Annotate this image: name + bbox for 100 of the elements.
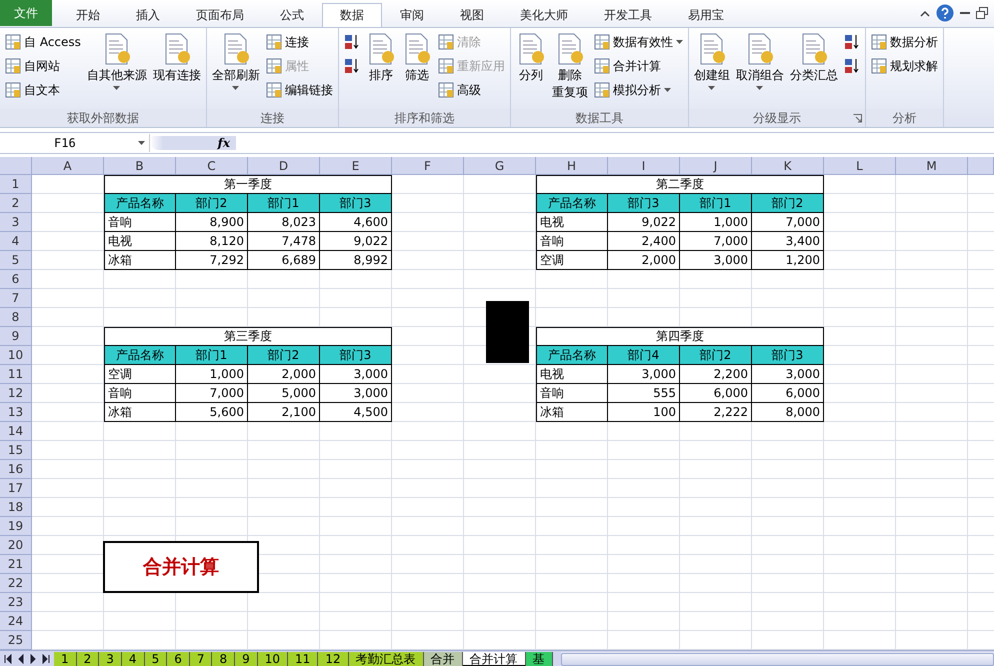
row-header[interactable]: 25 (0, 631, 32, 650)
ribbon-button[interactable]: 合并计算 (592, 55, 685, 77)
row-header[interactable]: 11 (0, 365, 32, 384)
ribbon-tab[interactable]: 公式 (262, 3, 322, 27)
row-header[interactable]: 18 (0, 498, 32, 517)
ribbon-button[interactable]: 编辑链接 (264, 79, 335, 101)
column-header[interactable]: C (176, 157, 248, 175)
sheet-tab[interactable]: 基 (526, 652, 553, 666)
ribbon-button[interactable]: 筛选 (400, 31, 434, 86)
ribbon-tab[interactable]: 美化大师 (502, 3, 586, 27)
collapse-ribbon-icon[interactable] (920, 10, 930, 16)
column-header[interactable]: L (824, 157, 896, 175)
ribbon-tab[interactable]: 开发工具 (586, 3, 670, 27)
ribbon-button[interactable]: 现有连接 (150, 31, 203, 86)
ribbon-tab[interactable]: 审阅 (382, 3, 442, 27)
row-header[interactable]: 7 (0, 289, 32, 308)
sheet-tab[interactable]: 9 (235, 652, 258, 666)
column-header[interactable]: G (464, 157, 536, 175)
ribbon-button[interactable]: 连接 (264, 31, 335, 53)
table-header: 部门1 (176, 346, 248, 365)
help-icon[interactable] (936, 4, 954, 22)
ribbon-button[interactable]: 取消组合 (734, 31, 786, 92)
ribbon-button[interactable]: 自 Access (3, 31, 83, 53)
row-header[interactable]: 2 (0, 194, 32, 213)
sheet-tab[interactable]: 考勤汇总表 (348, 652, 424, 666)
row-header[interactable]: 8 (0, 308, 32, 327)
ribbon-button[interactable]: 模拟分析 (592, 79, 685, 101)
ribbon-tab[interactable]: 视图 (442, 3, 502, 27)
sheet-tab[interactable]: 5 (144, 652, 168, 666)
ribbon-button[interactable]: 数据有效性 (592, 31, 685, 53)
ribbon-tab[interactable]: 页面布局 (178, 3, 262, 27)
column-header[interactable]: A (32, 157, 104, 175)
row-header[interactable]: 12 (0, 384, 32, 403)
sheet-nav-icon[interactable] (40, 654, 50, 664)
ribbon-button[interactable]: 排序 (364, 31, 398, 86)
row-header[interactable]: 15 (0, 441, 32, 460)
row-header[interactable]: 17 (0, 479, 32, 498)
ribbon-button[interactable]: 规划求解 (868, 55, 940, 77)
sheet-tab[interactable]: 11 (288, 652, 318, 666)
column-header[interactable]: D (248, 157, 320, 175)
ribbon-button[interactable]: 自文本 (3, 79, 83, 101)
ribbon-button[interactable]: 数据分析 (868, 31, 940, 53)
sheet-tab[interactable]: 合并计算 (462, 652, 526, 666)
column-header[interactable]: J (680, 157, 752, 175)
row-header[interactable]: 6 (0, 270, 32, 289)
table-cell: 2,400 (608, 232, 680, 251)
row-header[interactable]: 4 (0, 232, 32, 251)
minimize-icon[interactable] (960, 11, 970, 15)
insert-function-button[interactable]: fx (150, 136, 236, 150)
sheet-tab[interactable]: 3 (99, 652, 122, 666)
column-header[interactable]: K (752, 157, 824, 175)
row-header[interactable]: 23 (0, 593, 32, 612)
column-header[interactable]: H (536, 157, 608, 175)
ribbon-button[interactable]: 自其他来源 (84, 31, 149, 92)
ribbon-button[interactable]: 自网站 (3, 55, 83, 77)
row-header[interactable]: 10 (0, 346, 32, 365)
row-header[interactable]: 3 (0, 213, 32, 232)
table-title: 第一季度 (104, 175, 392, 194)
sheet-tab[interactable]: 1 (54, 652, 77, 666)
row-header[interactable]: 14 (0, 422, 32, 441)
sheet-tab[interactable]: 12 (318, 652, 349, 666)
row-header[interactable]: 21 (0, 555, 32, 574)
sheet-tab[interactable]: 合并 (424, 652, 463, 666)
column-header[interactable]: B (104, 157, 176, 175)
ribbon-button[interactable]: 分类汇总 (788, 31, 840, 86)
ribbon-button[interactable]: 创建组 (692, 31, 732, 92)
ribbon-button[interactable]: 删除 重复项 (550, 31, 590, 103)
ribbon-tab[interactable]: 插入 (118, 3, 178, 27)
dialog-launcher-icon[interactable] (852, 114, 862, 123)
restore-icon[interactable] (976, 7, 988, 19)
ribbon-button[interactable]: 高级 (436, 79, 507, 101)
row-header[interactable]: 16 (0, 460, 32, 479)
macro-button[interactable]: 合并计算 (103, 541, 259, 593)
sheet-tab[interactable]: 10 (258, 652, 288, 666)
column-header[interactable]: I (608, 157, 680, 175)
column-header[interactable]: E (320, 157, 392, 175)
sheet-nav-icon[interactable] (4, 654, 14, 664)
table-cell: 音响 (536, 384, 608, 403)
row-header[interactable]: 19 (0, 517, 32, 536)
sheet-tab[interactable]: 4 (122, 652, 145, 666)
row-header[interactable]: 1 (0, 175, 32, 194)
column-header[interactable]: F (392, 157, 464, 175)
row-header[interactable]: 9 (0, 327, 32, 346)
file-tab[interactable]: 文件 (0, 0, 52, 26)
ribbon-tab[interactable]: 数据 (322, 3, 382, 27)
ribbon-tab[interactable]: 易用宝 (670, 3, 742, 27)
sheet-tab[interactable]: 2 (76, 652, 100, 666)
sheet-tab[interactable]: 8 (212, 652, 236, 666)
ribbon-button[interactable]: 分列 (514, 31, 548, 86)
sheet-tab[interactable]: 6 (167, 652, 190, 666)
row-header[interactable]: 13 (0, 403, 32, 422)
ribbon-tab[interactable]: 开始 (58, 3, 118, 27)
row-header[interactable]: 24 (0, 612, 32, 631)
row-header[interactable]: 20 (0, 536, 32, 555)
sheet-tab[interactable]: 7 (190, 652, 212, 666)
ribbon-button[interactable]: 全部刷新 (210, 31, 262, 92)
horizontal-scrollbar[interactable] (560, 652, 994, 666)
row-header[interactable]: 5 (0, 251, 32, 270)
row-header[interactable]: 22 (0, 574, 32, 593)
column-header[interactable]: M (896, 157, 968, 175)
